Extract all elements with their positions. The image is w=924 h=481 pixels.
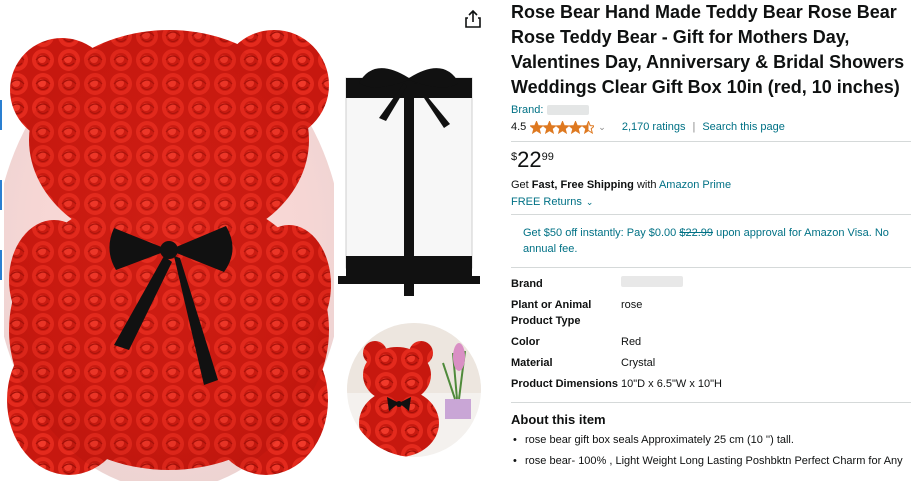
specs-table: Brand Plant or Animal Product Type rose … [511,276,722,392]
shipping-prefix: Get [511,179,529,191]
offer-text-before: Get $50 off instantly: Pay $0.00 [523,227,677,239]
spec-key: Color [511,336,540,348]
divider [511,141,911,142]
rating-stars[interactable] [530,120,595,134]
divider [511,214,911,215]
main-product-image[interactable] [4,0,334,481]
rating-value: 4.5 [511,121,527,133]
star-icon [530,120,595,133]
shipping-info: Get Fast, Free Shipping with Amazon Prim… [511,179,924,191]
spec-row: Plant or Animal Product Type rose [511,297,722,329]
spec-value [621,276,722,292]
spec-row: Product Dimensions 10"D x 6.5"W x 10"H [511,376,722,392]
divider [511,402,911,403]
spec-row: Material Crystal [511,355,722,371]
spec-row: Color Red [511,334,722,350]
list-item: rose bear gift box seals Approximately 2… [511,433,924,447]
product-title: Rose Bear Hand Made Teddy Bear Rose Bear… [511,2,905,97]
divider [511,267,911,268]
brand-name-redacted [547,104,590,115]
spec-key: Plant or Animal Product Type [511,299,592,327]
spec-value: 10"D x 6.5"W x 10"H [621,378,722,390]
brand-label: Brand: [511,103,544,116]
brand-line[interactable]: Brand: [511,103,924,116]
separator: | [692,121,696,133]
thumbnail-rose-bear[interactable] [347,323,481,457]
about-heading: About this item [511,412,606,427]
free-returns[interactable]: FREE Returns ⌄ [511,196,924,208]
chevron-down-icon[interactable]: ⌄ [598,122,606,133]
spec-key: Material [511,357,553,369]
spec-value: rose [621,299,643,311]
ratings-count-link[interactable]: 2,170 ratings [622,121,686,133]
free-returns-label: FREE Returns [511,196,582,208]
spec-value: Red [621,336,642,348]
spec-row: Brand [511,276,722,292]
price: $ 22 99 [511,148,924,174]
chevron-down-icon: ⌄ [585,197,594,207]
amazon-prime-link[interactable]: Amazon Prime [659,179,731,191]
brand-value-redacted [621,276,683,287]
rating-row: 4.5 ⌄ 2,170 ratings | Search this page [511,119,924,135]
search-this-page-link[interactable]: Search this page [702,121,785,133]
product-details: Rose Bear Hand Made Teddy Bear Rose Bear… [511,0,924,475]
list-item: rose bear- 100% , Light Weight Long Last… [511,454,924,468]
offer-strike-price: $22.99 [679,227,714,239]
share-icon[interactable] [462,8,484,30]
spec-key: Product Dimensions [511,378,618,390]
thumbnail-gift-box[interactable] [334,58,484,298]
visa-offer[interactable]: Get $50 off instantly: Pay $0.00 $22.99 … [523,225,908,257]
shipping-mid: with [636,179,657,191]
spec-key: Brand [511,278,543,290]
about-bullets: rose bear gift box seals Approximately 2… [511,433,924,468]
price-fraction: 99 [541,151,554,163]
spec-value: Crystal [621,357,656,369]
price-whole: 22 [517,147,542,172]
shipping-bold: Fast, Free Shipping [531,179,634,191]
image-gallery [0,0,500,481]
